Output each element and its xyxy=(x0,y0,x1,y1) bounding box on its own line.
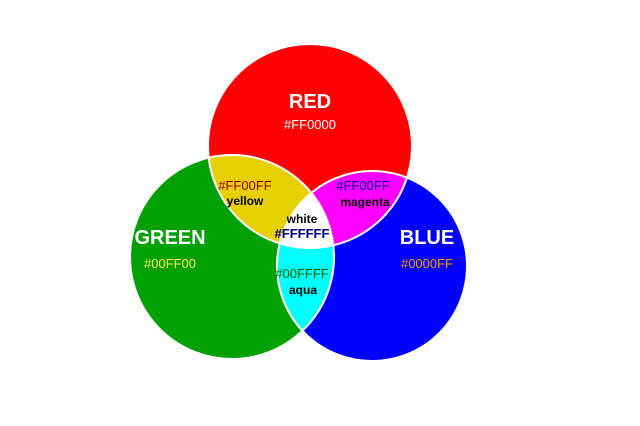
green-hex: #00FF00 xyxy=(144,256,196,271)
yellow-name: yellow xyxy=(227,194,264,208)
blue-hex: #0000FF xyxy=(401,256,453,271)
white-name: white xyxy=(286,212,318,226)
yellow-hex: #FF00FF xyxy=(218,178,272,193)
aqua-hex: #00FFFF xyxy=(275,266,329,281)
red-name: RED xyxy=(289,91,331,113)
aqua-name: aqua xyxy=(289,283,317,297)
white-hex: #FFFFFF xyxy=(275,226,330,241)
venn-svg: RED #FF0000 GREEN #00FF00 BLUE #0000FF #… xyxy=(129,43,468,362)
green-name: GREEN xyxy=(134,227,205,249)
red-hex: #FF0000 xyxy=(284,117,336,132)
magenta-hex: #FF00FF xyxy=(336,178,390,193)
magenta-name: magenta xyxy=(340,195,390,209)
color-venn-diagram: RED #FF0000 GREEN #00FF00 BLUE #0000FF #… xyxy=(0,0,640,426)
blue-name: BLUE xyxy=(400,227,454,249)
